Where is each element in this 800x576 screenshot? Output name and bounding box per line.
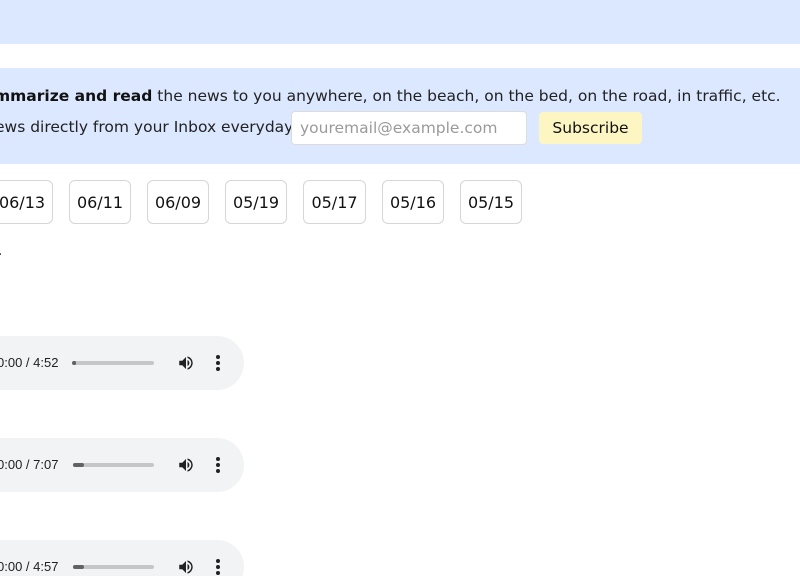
more-vert-icon[interactable] bbox=[210, 456, 226, 474]
audio-player-1[interactable]: 0:00 / 4:52 bbox=[0, 336, 244, 390]
date-button-0515[interactable]: 05/15 bbox=[460, 180, 522, 224]
date-button-0611[interactable]: 06/11 bbox=[69, 180, 131, 224]
email-input[interactable] bbox=[291, 111, 527, 145]
date-button-0609[interactable]: 06/09 bbox=[147, 180, 209, 224]
more-vert-icon[interactable] bbox=[210, 558, 226, 576]
date-button-0519[interactable]: 05/19 bbox=[225, 180, 287, 224]
subscribe-button[interactable]: Subscribe bbox=[539, 112, 642, 144]
audio-seek-thumb[interactable] bbox=[72, 361, 76, 365]
audio-seek-bar[interactable] bbox=[73, 463, 154, 467]
top-banner bbox=[0, 0, 800, 44]
date-button-0613[interactable]: 06/13 bbox=[0, 180, 53, 224]
audio-seek-bar[interactable] bbox=[72, 361, 154, 365]
audio-progress-fill bbox=[73, 565, 84, 569]
date-button-0516[interactable]: 05/16 bbox=[382, 180, 444, 224]
audio-time: 0:00 / 7:07 bbox=[0, 457, 59, 472]
truncated-text: . bbox=[0, 243, 2, 259]
audio-time: 0:00 / 4:57 bbox=[0, 559, 59, 574]
audio-time: 0:00 / 4:52 bbox=[0, 355, 59, 370]
subscribe-banner: mmarize and read the news to you anywher… bbox=[0, 68, 800, 164]
promo-description: mmarize and read the news to you anywher… bbox=[0, 87, 781, 105]
date-button-0517[interactable]: 05/17 bbox=[303, 180, 366, 224]
audio-player-2[interactable]: 0:00 / 7:07 bbox=[0, 438, 244, 492]
more-vert-icon[interactable] bbox=[210, 354, 226, 372]
page: mmarize and read the news to you anywher… bbox=[0, 0, 800, 576]
audio-player-3[interactable]: 0:00 / 4:57 bbox=[0, 540, 244, 576]
audio-progress-fill bbox=[73, 463, 84, 467]
promo-highlight: mmarize and read bbox=[0, 87, 153, 105]
audio-seek-bar[interactable] bbox=[73, 565, 154, 569]
subscribe-prompt: ews directly from your Inbox everyday: bbox=[0, 118, 298, 136]
volume-icon[interactable] bbox=[176, 558, 196, 576]
volume-icon[interactable] bbox=[176, 354, 196, 372]
volume-icon[interactable] bbox=[176, 456, 196, 474]
promo-description-rest: the news to you anywhere, on the beach, … bbox=[152, 87, 781, 105]
